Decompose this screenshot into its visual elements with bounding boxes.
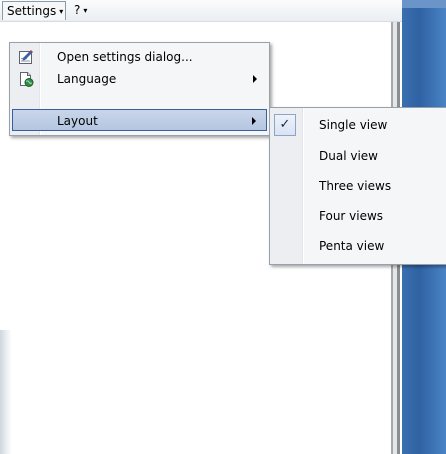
help-menu-button[interactable]: ? ▾ — [70, 1, 100, 20]
settings-dropdown-menu: Open settings dialog... Language Layout — [9, 42, 270, 136]
language-icon — [18, 71, 34, 87]
help-menu-label: ? — [74, 3, 81, 17]
menu-item-single-view[interactable]: ✓ Single view — [272, 114, 445, 136]
menu-item-label: Three views — [319, 179, 392, 193]
menu-item-label: Four views — [319, 209, 384, 223]
chevron-down-icon: ▾ — [59, 7, 64, 16]
menu-item-label: Layout — [57, 114, 98, 128]
menu-item-penta-view[interactable]: Penta view — [272, 235, 445, 257]
layout-submenu: ✓ Single view Dual view Three views Four… — [269, 107, 446, 265]
menu-item-label: Penta view — [319, 239, 385, 253]
chevron-down-icon: ▾ — [83, 6, 88, 15]
settings-menu-button[interactable]: Settings ▾ — [2, 1, 66, 20]
settings-dialog-icon — [18, 49, 34, 65]
checkmark-icon: ✓ — [274, 114, 296, 136]
menu-item-language[interactable]: Language — [12, 68, 267, 90]
menu-item-dual-view[interactable]: Dual view — [272, 145, 445, 167]
app-window: Settings ▾ ? ▾ Open settings dialog... L… — [0, 0, 446, 454]
menu-item-label: Single view — [319, 118, 388, 132]
submenu-arrow-icon — [253, 75, 257, 83]
submenu-arrow-icon — [252, 117, 256, 125]
menu-item-label: Dual view — [319, 149, 378, 163]
menu-item-open-settings-dialog[interactable]: Open settings dialog... — [12, 46, 267, 68]
menu-item-four-views[interactable]: Four views — [272, 205, 445, 227]
menu-item-layout[interactable]: Layout — [12, 109, 267, 131]
menu-item-label: Language — [57, 72, 117, 86]
background-texture — [0, 330, 12, 454]
menu-item-label: Open settings dialog... — [57, 50, 193, 64]
settings-menu-label: Settings — [7, 4, 57, 18]
right-pane-header — [402, 0, 446, 8]
menu-bar: Settings ▾ ? ▾ — [0, 0, 402, 22]
menu-item-three-views[interactable]: Three views — [272, 175, 445, 197]
